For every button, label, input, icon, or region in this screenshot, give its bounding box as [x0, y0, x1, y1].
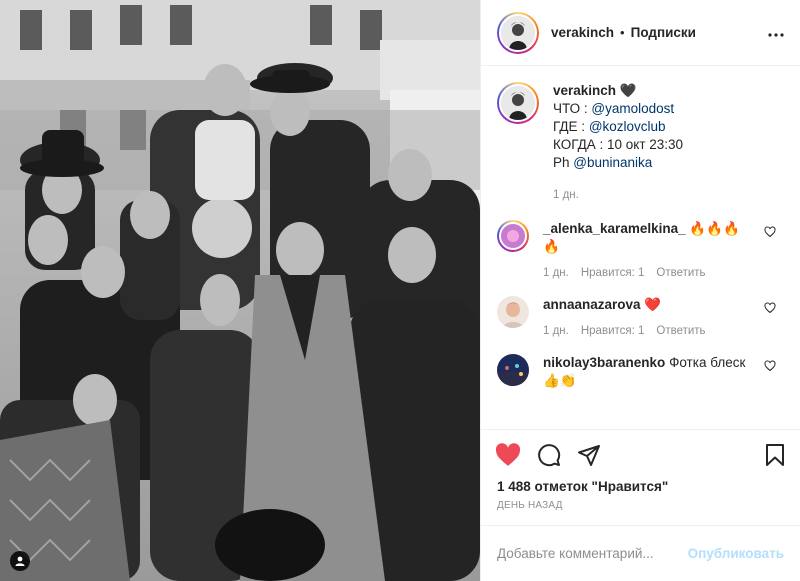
comment-item: annaanazarova ❤️ 1 дн. Нравится: 1 Ответит…: [497, 296, 784, 340]
caption-line-when: КОГДА : 10 окт 23:30: [553, 137, 684, 152]
comment-item: _alenka_karamelkina_ 🔥🔥🔥🔥 1 дн. Нравится:…: [497, 220, 784, 282]
commenter-avatar[interactable]: [497, 220, 529, 252]
caption: verakinch 🖤 ЧТО : @yamolodost ГДЕ : @koz…: [497, 82, 784, 204]
comment-like-heart-icon[interactable]: [764, 226, 776, 241]
comment-username[interactable]: annaanazarova: [543, 297, 641, 312]
caption-emoji: 🖤: [619, 83, 637, 98]
comment-input[interactable]: [497, 546, 688, 561]
reply-button[interactable]: Ответить: [656, 325, 705, 337]
comment-like-heart-icon[interactable]: [764, 360, 776, 375]
commenter-avatar[interactable]: [497, 354, 529, 386]
post-side-panel: verakinch • Подписки verakinch 🖤 ЧТО: @…: [480, 0, 800, 581]
publish-button[interactable]: Опубликовать: [688, 546, 784, 561]
comment-username[interactable]: nikolay3baranenko: [543, 355, 665, 370]
caption-line-what: ЧТО : @yamolodost: [553, 101, 675, 116]
post-photo[interactable]: [0, 0, 480, 581]
comment-item: nikolay3baranenko Фотка блеск 👍👏: [497, 354, 784, 390]
comment-username[interactable]: _alenka_karamelkina_: [543, 221, 686, 236]
user-tag-icon[interactable]: [10, 551, 30, 571]
comment-likes[interactable]: Нравится: 1: [581, 267, 645, 279]
comments-list[interactable]: verakinch 🖤 ЧТО : @yamolodost ГДЕ : @koz…: [481, 66, 800, 429]
commenter-avatar[interactable]: [497, 296, 529, 328]
comment-like-heart-icon[interactable]: [764, 302, 776, 317]
post-actions-bar: [481, 429, 800, 479]
following-button[interactable]: Подписки: [631, 25, 696, 40]
caption-line-photographer: Ph @buninanika: [553, 155, 653, 170]
caption-avatar[interactable]: [497, 82, 539, 124]
comment-time[interactable]: 1 дн.: [543, 267, 569, 279]
post-header: verakinch • Подписки: [481, 0, 800, 66]
share-paper-plane-icon[interactable]: [577, 443, 601, 467]
caption-time[interactable]: 1 дн.: [553, 189, 579, 201]
like-heart-icon[interactable]: [495, 442, 521, 467]
add-comment-bar: Опубликовать: [481, 525, 800, 581]
comment-text: ❤️: [644, 297, 662, 312]
caption-text: verakinch 🖤 ЧТО : @yamolodost ГДЕ : @koz…: [553, 82, 683, 204]
likes-count[interactable]: 1 488 отметок "Нравится": [481, 479, 800, 494]
instagram-post-view: verakinch • Подписки verakinch 🖤 ЧТО: @…: [0, 0, 800, 581]
posted-time[interactable]: ДЕНЬ НАЗАД: [481, 494, 800, 511]
mention-link[interactable]: @buninanika: [573, 155, 652, 170]
mention-link[interactable]: @kozlovclub: [589, 119, 666, 134]
caption-line-where: ГДЕ : @kozlovclub: [553, 119, 666, 134]
header-username[interactable]: verakinch: [551, 25, 614, 40]
comment-time[interactable]: 1 дн.: [543, 325, 569, 337]
comment-likes[interactable]: Нравится: 1: [581, 325, 645, 337]
more-options-icon[interactable]: [768, 24, 784, 42]
header-separator: •: [620, 25, 625, 40]
caption-username[interactable]: verakinch: [553, 83, 616, 98]
comment-bubble-icon[interactable]: [537, 443, 561, 467]
photo-illustration: [0, 0, 480, 581]
reply-button[interactable]: Ответить: [656, 267, 705, 279]
author-avatar[interactable]: [497, 11, 539, 54]
mention-link[interactable]: @yamolodost: [591, 101, 674, 116]
bookmark-icon[interactable]: [764, 443, 786, 467]
